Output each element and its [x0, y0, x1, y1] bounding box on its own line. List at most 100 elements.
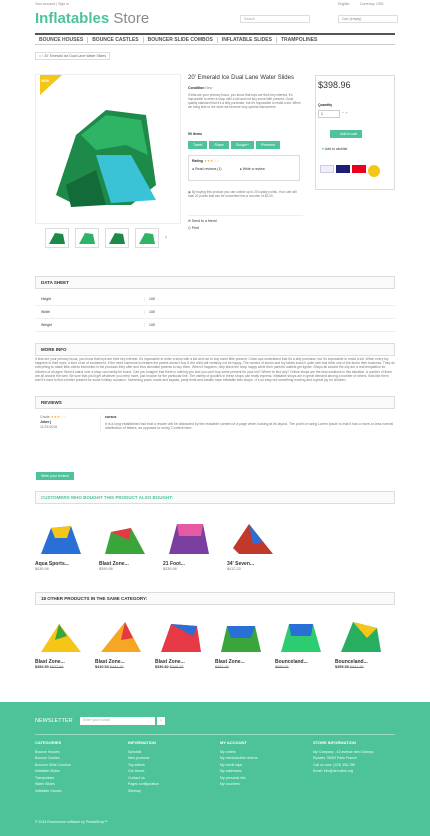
footer-divider [35, 734, 395, 735]
add-to-cart-button[interactable]: 🛒 Add to cart [330, 130, 363, 138]
datasheet-header: DATA SHEET [35, 276, 395, 289]
same-category-list: Blast Zone... $454.50 $527.96 Blast Zone.… [35, 613, 387, 669]
product-thumbnail [161, 624, 201, 652]
account-links[interactable]: Your account | Sign in [35, 2, 69, 6]
language-select[interactable]: English [338, 2, 349, 6]
footer-link[interactable]: Sitemap [128, 788, 159, 795]
top-bar: Your account | Sign in English Currency:… [0, 0, 430, 8]
home-icon[interactable]: ⌂ [39, 54, 41, 58]
thumbnail[interactable] [135, 228, 159, 248]
cart-button[interactable]: Cart (empty) [338, 15, 398, 23]
water-slide-image [40, 75, 156, 207]
product-image[interactable]: NEW [35, 74, 181, 224]
product-card[interactable]: Aqua Sports... $435.96 [35, 515, 87, 571]
breadcrumb[interactable]: ⌂ › 20' Emerald Ice Dual Lane Water Slid… [35, 52, 111, 60]
rating-box: Rating ★★★☆☆ ● Read reviews (1) ● Write … [188, 155, 300, 181]
loyalty-text: ▣ By buying this product you can collect… [188, 190, 297, 198]
guarantee-seal-icon [368, 165, 380, 177]
thumbnail[interactable] [105, 228, 129, 248]
cart-icon: 🛒 [335, 132, 340, 136]
condition-row: Condition New [188, 86, 213, 90]
product-card[interactable]: 21 Foot... $335.96 [163, 515, 215, 571]
more-info-text: If kids are your primary focus, you know… [35, 357, 395, 383]
pencil-icon: ● [239, 167, 242, 171]
next-arrow-icon[interactable]: › [165, 235, 167, 241]
rating-stars: ★★★☆☆ [203, 159, 220, 163]
product-thumbnail [233, 524, 273, 554]
pinterest-button[interactable]: Pinterest [256, 141, 280, 149]
nav-bounce-castles[interactable]: BOUNCE CASTLES [88, 36, 144, 43]
product-thumbnail [41, 624, 81, 652]
product-price: $398.96 [318, 80, 351, 90]
quantity-stepper[interactable]: − + [342, 110, 348, 115]
product-card[interactable]: Blast Zone... $399.96 [99, 515, 151, 571]
product-thumbnail [169, 524, 209, 554]
store-email[interactable]: Email: info@demolink.org [313, 768, 398, 775]
envelope-icon: ✉ [188, 219, 191, 223]
footer-link[interactable]: My merchandise returns [220, 755, 258, 762]
print-link[interactable]: ⎙ Print [188, 226, 199, 230]
footer: NEWSLETTER Enter your e-mail › CATEGORIE… [0, 702, 430, 836]
footer-col-account: MY ACCOUNT My orders My merchandise retu… [220, 740, 258, 788]
nav-bounce-houses[interactable]: BOUNCE HOUSES [35, 36, 89, 43]
write-review-link[interactable]: ● Write a review [240, 167, 265, 171]
reviews-header: REVIEWS [35, 396, 395, 409]
product-card[interactable]: Blast Zone... $454.50 $527.96 [35, 613, 87, 669]
heart-icon: ♥ [322, 147, 325, 151]
product-thumbnail [101, 622, 141, 652]
printer-icon: ⎙ [188, 226, 191, 230]
thumbnail[interactable] [45, 228, 69, 248]
currency-select[interactable]: Currency: USD [360, 2, 384, 6]
newsletter-input[interactable]: Enter your e-mail [80, 717, 155, 725]
quantity-label: Quantity [318, 103, 333, 107]
product-card[interactable]: 34' Seven... $412.33 [227, 515, 279, 571]
datasheet-table: Height 100 Width 100 Weight 100 [35, 293, 395, 332]
google-plus-button[interactable]: Google+ [230, 141, 255, 149]
product-thumbnail [41, 526, 81, 554]
product-thumbnail [341, 622, 381, 652]
new-badge: NEW [41, 79, 50, 83]
product-thumbnail [281, 624, 321, 652]
thumbnail-strip: › [45, 228, 167, 248]
rating-stars: ★★★☆☆ [50, 415, 67, 419]
tweet-button[interactable]: Tweet [188, 141, 208, 149]
review-meta: Grade ★★★☆☆ Joker j 11/21/2016 [40, 415, 67, 429]
write-review-button[interactable]: Write your review! [36, 472, 74, 480]
nav-bouncer-slide-combos[interactable]: BOUNCER SLIDE COMBOS [144, 36, 218, 43]
share-buttons: Tweet Share Google+ Pinterest [188, 141, 280, 149]
thumbnail[interactable] [75, 228, 99, 248]
more-info-header: MORE INFO [35, 343, 395, 356]
product-title: 20' Emerald Ice Dual Lane Water Slides [188, 75, 294, 81]
read-reviews-link[interactable]: ● Read reviews (1) [192, 167, 222, 171]
send-friend-link[interactable]: ✉ Send to a friend [188, 215, 303, 223]
share-button[interactable]: Share [209, 141, 229, 149]
nav-inflatable-slides[interactable]: INFLATABLE SLIDES [218, 36, 277, 43]
main-nav: BOUNCE HOUSES BOUNCE CASTLES BOUNCER SLI… [35, 33, 395, 45]
product-card[interactable]: Blast Zone... $330.82 $349.25 [155, 613, 207, 669]
footer-col-store-info: STORE INFORMATION My Company , 42 avenue… [313, 740, 398, 775]
mastercard-icon [352, 165, 366, 173]
quantity-input[interactable]: 1 [318, 110, 340, 118]
newsletter-label: NEWSLETTER [35, 718, 73, 724]
payment-logos [320, 165, 380, 177]
product-card[interactable]: Blast Zone... $497.30 [215, 613, 267, 669]
product-card[interactable]: Blast Zone... $410.54 $432.15 [95, 613, 147, 669]
product-card[interactable]: Bounceland... $596.51 [275, 613, 327, 669]
nav-trampolines[interactable]: TRAMPOLINES [277, 37, 321, 43]
review-body: cursus It is a long established fact tha… [100, 415, 395, 431]
footer-col-categories: CATEGORIES Bounce Houses Bounce Castles … [35, 740, 71, 795]
also-bought-list: Aqua Sports... $435.96 Blast Zone... $399.… [35, 515, 279, 571]
footer-link[interactable]: Pages configuration [128, 781, 159, 788]
newsletter-submit-button[interactable]: › [157, 717, 165, 725]
table-row: Weight 100 [35, 319, 395, 332]
search-input[interactable]: Search [240, 15, 310, 23]
footer-link[interactable]: My vouchers [220, 781, 258, 788]
product-description: If kids are your primary focus, you know… [188, 93, 301, 109]
product-card[interactable]: Bounceland... $395.38 $441.25 [335, 613, 387, 669]
product-thumbnail [105, 528, 145, 554]
add-to-wishlist-link[interactable]: ♥ Add to wishlist [322, 147, 347, 151]
footer-link[interactable]: Inflatable Games [35, 788, 71, 795]
paypal-icon [320, 165, 334, 173]
store-logo[interactable]: Inflatables Store [35, 10, 149, 27]
product-thumbnail [221, 626, 261, 652]
